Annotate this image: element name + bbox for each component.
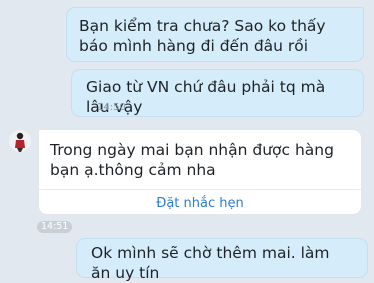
message-incoming[interactable]: Trong ngày mai bạn nhận được hàng bạn ạ.… <box>38 129 362 215</box>
avatar-icon <box>15 132 25 152</box>
divider <box>39 189 361 190</box>
message-outgoing-1[interactable]: Bạn kiểm tra chưa? Sao ko thấy báo mình … <box>66 7 364 62</box>
message-outgoing-2[interactable]: Giao từ VN chứ đâu phải tq mà lâu vậy 14… <box>71 69 364 117</box>
avatar[interactable] <box>9 130 31 152</box>
message-timestamp: 14:50 <box>97 102 126 113</box>
message-text: Bạn kiểm tra chưa? Sao ko thấy báo mình … <box>79 17 326 55</box>
message-text: Trong ngày mai bạn nhận được hàng bạn ạ.… <box>50 141 334 179</box>
message-text: Ok mình sẽ chờ thêm mai. làm ăn uy tín <box>91 244 330 282</box>
message-timestamp: 14:51 <box>37 221 73 233</box>
set-reminder-button[interactable]: Đặt nhắc hẹn <box>39 196 361 211</box>
message-outgoing-3[interactable]: Ok mình sẽ chờ thêm mai. làm ăn uy tín <box>76 238 368 282</box>
